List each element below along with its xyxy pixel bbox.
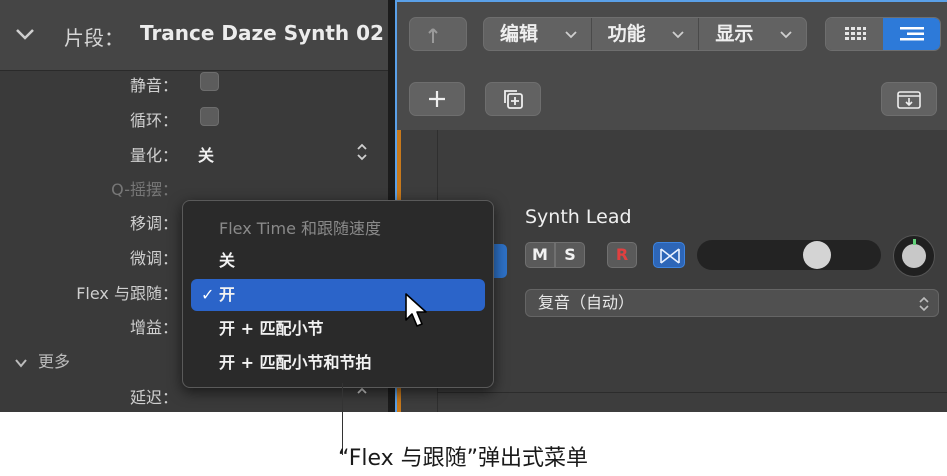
duplicate-icon xyxy=(504,90,523,109)
menu-item-label: 开 + 匹配小节 xyxy=(219,319,324,338)
grid-icon xyxy=(844,27,866,40)
mouse-pointer-icon xyxy=(405,293,427,327)
mute-label: 静音： xyxy=(129,76,178,95)
stepper-icon[interactable] xyxy=(355,142,369,162)
track-selection-tab xyxy=(493,244,507,278)
flex-icon xyxy=(660,248,680,264)
back-arrow-icon xyxy=(428,28,438,43)
download-tray-icon xyxy=(897,91,921,109)
record-enable-button[interactable]: R xyxy=(607,242,637,268)
list-view-button[interactable] xyxy=(883,18,940,50)
q-swing-label: Q-摇摆： xyxy=(111,180,178,199)
download-button[interactable] xyxy=(881,82,937,116)
quantize-label: 量化： xyxy=(129,146,178,165)
voice-mode-select[interactable]: 复音（自动） xyxy=(525,289,939,317)
chevron-down-icon[interactable] xyxy=(14,24,36,44)
solo-button[interactable]: S xyxy=(555,242,585,268)
inspector-title-label: 片段： xyxy=(64,26,124,50)
list-icon xyxy=(899,27,924,41)
functions-menu-label: 功能 xyxy=(607,23,646,45)
menu-item-label: 开 xyxy=(219,285,236,304)
stepper-icon[interactable] xyxy=(355,386,369,406)
plus-icon xyxy=(429,91,445,107)
pan-indicator xyxy=(913,239,916,245)
track-lane xyxy=(437,130,947,412)
quantize-value[interactable]: 关 xyxy=(198,142,214,166)
edit-menu-label: 编辑 xyxy=(500,23,539,45)
menu-item-off[interactable]: 关 xyxy=(191,245,485,277)
add-track-button[interactable] xyxy=(409,82,465,116)
stepper-icon xyxy=(919,296,929,312)
volume-slider-knob[interactable] xyxy=(802,241,831,269)
fine-tune-label: 微调： xyxy=(129,249,178,268)
flex-follow-label: Flex 与跟随： xyxy=(76,284,178,303)
divider xyxy=(0,70,388,71)
menu-item-on-match-bar-beat[interactable]: 开 + 匹配小节和节拍 xyxy=(191,347,485,379)
more-section-toggle[interactable]: 更多 xyxy=(14,348,70,372)
chevron-down-icon xyxy=(672,31,684,39)
gain-label: 增益： xyxy=(129,318,178,337)
flex-button[interactable] xyxy=(653,242,685,268)
inspector-header[interactable]: 片段： Trance Daze Synth 02 xyxy=(0,0,388,70)
delay-label: 延迟： xyxy=(129,388,178,407)
view-menu-label: 显示 xyxy=(715,23,754,45)
chevron-down-icon xyxy=(565,31,577,39)
volume-slider[interactable] xyxy=(697,240,881,270)
menu-item-on[interactable]: ✓ 开 xyxy=(191,279,485,311)
view-menu[interactable]: 显示 xyxy=(699,18,806,50)
chevron-down-icon xyxy=(780,31,792,39)
pan-knob-cap xyxy=(902,244,926,268)
menu-item-on-match-bar[interactable]: 开 + 匹配小节 xyxy=(191,313,485,345)
menu-item-label: 开 + 匹配小节和节拍 xyxy=(219,353,372,372)
flex-follow-popup-menu: Flex Time 和跟随速度 关 ✓ 开 开 + 匹配小节 开 + 匹配小节和… xyxy=(182,200,494,388)
menu-segment: 编辑 功能 显示 xyxy=(483,17,807,51)
view-toggle xyxy=(825,17,941,51)
loop-label: 循环： xyxy=(129,111,178,130)
duplicate-track-button[interactable] xyxy=(485,82,541,116)
region-name: Trance Daze Synth 02 xyxy=(140,21,384,45)
chevron-down-icon xyxy=(15,358,27,368)
mute-button[interactable]: M xyxy=(525,242,555,268)
track-name[interactable]: Synth Lead xyxy=(525,206,632,228)
checkmark-icon: ✓ xyxy=(201,285,215,304)
grid-view-button[interactable] xyxy=(826,18,883,50)
popup-menu-title: Flex Time 和跟随速度 xyxy=(219,219,382,238)
track-divider xyxy=(437,392,947,393)
loop-checkbox[interactable] xyxy=(200,107,219,126)
transpose-label: 移调： xyxy=(129,214,178,233)
edit-menu[interactable]: 编辑 xyxy=(484,18,592,50)
menu-item-label: 关 xyxy=(219,251,236,270)
pan-knob[interactable] xyxy=(893,235,935,277)
mute-checkbox[interactable] xyxy=(200,72,219,91)
more-label: 更多 xyxy=(38,352,71,371)
callout-caption: “Flex 与跟随”弹出式菜单 xyxy=(338,446,589,471)
back-button[interactable] xyxy=(409,17,467,51)
functions-menu[interactable]: 功能 xyxy=(592,18,700,50)
voice-mode-value: 复音（自动） xyxy=(538,293,635,312)
